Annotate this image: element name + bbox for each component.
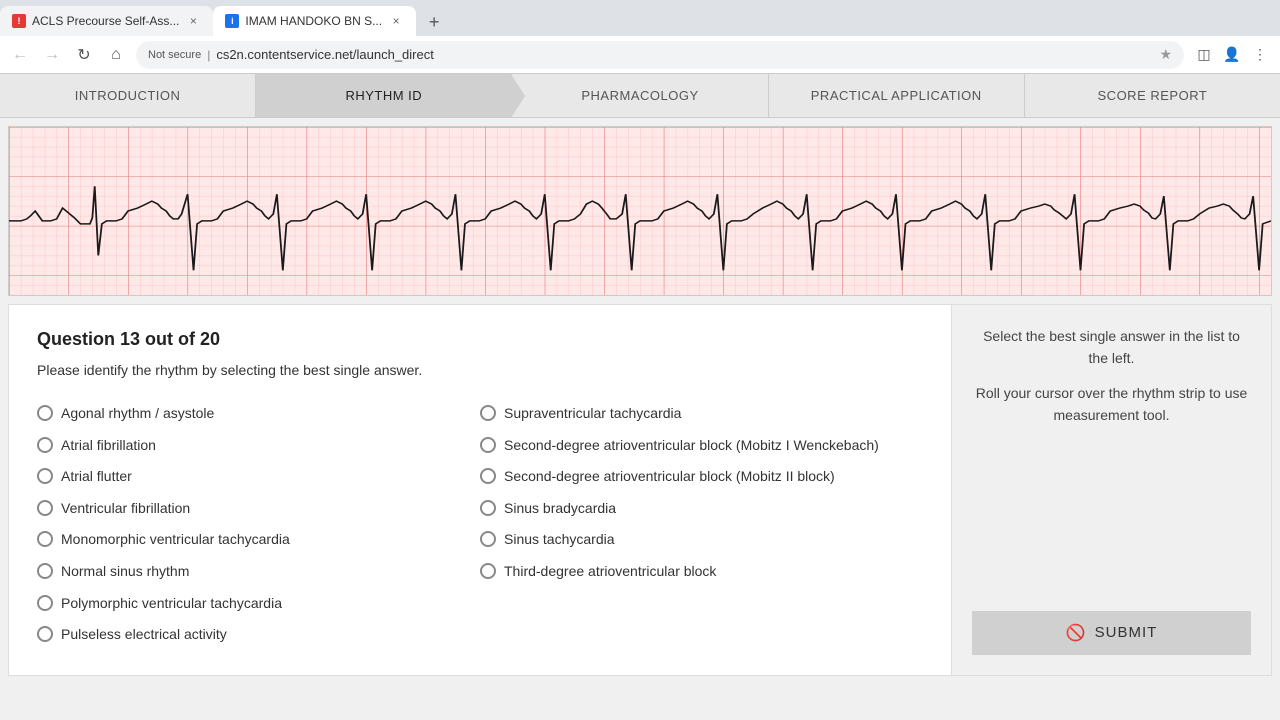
extensions-icon[interactable]: ◫ [1192,43,1216,67]
tab-bar: ! ACLS Precourse Self-Ass... × i IMAM HA… [0,0,1280,36]
forward-button[interactable]: → [40,43,64,67]
options-right-column: Supraventricular tachycardia Second-degr… [480,398,923,651]
option-atrial-flutter[interactable]: Atrial flutter [37,461,480,493]
tab-acls[interactable]: ! ACLS Precourse Self-Ass... × [0,6,213,36]
address-url: cs2n.contentservice.net/launch_direct [216,47,1153,62]
radio-atrial-flutter[interactable] [37,468,53,484]
home-button[interactable]: ⌂ [104,43,128,67]
label-2deg-mobitz2: Second-degree atrioventricular block (Mo… [504,467,835,487]
option-agonal[interactable]: Agonal rhythm / asystole [37,398,480,430]
radio-sinus-tachy[interactable] [480,531,496,547]
radio-ventricular-fib[interactable] [37,500,53,516]
label-sinus-tachy: Sinus tachycardia [504,530,615,550]
radio-svt[interactable] [480,405,496,421]
option-atrial-fib[interactable]: Atrial fibrillation [37,430,480,462]
browser-chrome: ! ACLS Precourse Self-Ass... × i IMAM HA… [0,0,1280,74]
radio-2deg-mobitz2[interactable] [480,468,496,484]
not-secure-label: Not secure [148,49,201,61]
sidebar-instruction-1: Select the best single answer in the lis… [972,325,1251,370]
label-pea: Pulseless electrical activity [61,625,227,645]
address-bar-row: ← → ↻ ⌂ Not secure | cs2n.contentservice… [0,36,1280,74]
tab-label-imam: IMAM HANDOKO BN S... [245,14,382,28]
option-sinus-brady[interactable]: Sinus bradycardia [480,493,923,525]
tab-label-acls: ACLS Precourse Self-Ass... [32,14,179,28]
tab-imam[interactable]: i IMAM HANDOKO BN S... × [213,6,416,36]
back-button[interactable]: ← [8,43,32,67]
new-tab-button[interactable]: + [420,8,448,36]
label-3deg-avblock: Third-degree atrioventricular block [504,562,716,582]
label-normal-sinus: Normal sinus rhythm [61,562,189,582]
option-ventricular-fib[interactable]: Ventricular fibrillation [37,493,480,525]
reload-button[interactable]: ↻ [72,43,96,67]
option-mono-vtach[interactable]: Monomorphic ventricular tachycardia [37,524,480,556]
option-poly-vtach[interactable]: Polymorphic ventricular tachycardia [37,588,480,620]
option-2deg-mobitz2[interactable]: Second-degree atrioventricular block (Mo… [480,461,923,493]
submit-button[interactable]: 🚫 SUBMIT [972,611,1251,655]
tab-close-acls[interactable]: × [185,13,201,29]
quiz-right-panel: Select the best single answer in the lis… [952,304,1272,676]
radio-pea[interactable] [37,626,53,642]
nav-tab-score-report[interactable]: SCORE REPORT [1025,74,1280,117]
label-agonal: Agonal rhythm / asystole [61,404,214,424]
option-normal-sinus[interactable]: Normal sinus rhythm [37,556,480,588]
option-pea[interactable]: Pulseless electrical activity [37,619,480,651]
ecg-waveform [9,127,1271,295]
question-title: Question 13 out of 20 [37,329,923,350]
option-sinus-tachy[interactable]: Sinus tachycardia [480,524,923,556]
radio-agonal[interactable] [37,405,53,421]
nav-tab-rhythm-id[interactable]: RHYTHM ID [256,74,512,117]
quiz-left-panel: Question 13 out of 20 Please identify th… [8,304,952,676]
label-2deg-mobitz1: Second-degree atrioventricular block (Mo… [504,436,879,456]
nav-tabs: INTRODUCTION RHYTHM ID PHARMACOLOGY PRAC… [0,74,1280,118]
no-entry-icon: 🚫 [1066,623,1087,643]
nav-tab-pharmacology[interactable]: PHARMACOLOGY [512,74,768,117]
tab-favicon-acls: ! [12,14,26,28]
nav-tab-introduction[interactable]: INTRODUCTION [0,74,256,117]
option-3deg-avblock[interactable]: Third-degree atrioventricular block [480,556,923,588]
submit-label: SUBMIT [1095,624,1158,641]
label-poly-vtach: Polymorphic ventricular tachycardia [61,594,282,614]
tab-close-imam[interactable]: × [388,13,404,29]
question-instruction: Please identify the rhythm by selecting … [37,362,923,378]
radio-mono-vtach[interactable] [37,531,53,547]
profile-icon[interactable]: 👤 [1220,43,1244,67]
tab-favicon-imam: i [225,14,239,28]
label-ventricular-fib: Ventricular fibrillation [61,499,190,519]
ecg-strip[interactable] [8,126,1272,296]
star-icon[interactable]: ★ [1159,46,1172,63]
label-atrial-fib: Atrial fibrillation [61,436,156,456]
radio-sinus-brady[interactable] [480,500,496,516]
options-left-column: Agonal rhythm / asystole Atrial fibrilla… [37,398,480,651]
label-sinus-brady: Sinus bradycardia [504,499,616,519]
label-atrial-flutter: Atrial flutter [61,467,132,487]
option-2deg-mobitz1[interactable]: Second-degree atrioventricular block (Mo… [480,430,923,462]
radio-2deg-mobitz1[interactable] [480,437,496,453]
radio-poly-vtach[interactable] [37,595,53,611]
sidebar-instruction-2: Roll your cursor over the rhythm strip t… [972,382,1251,427]
label-mono-vtach: Monomorphic ventricular tachycardia [61,530,290,550]
address-bar[interactable]: Not secure | cs2n.contentservice.net/lau… [136,41,1184,69]
radio-3deg-avblock[interactable] [480,563,496,579]
quiz-sidebar-text: Select the best single answer in the lis… [972,325,1251,611]
option-svt[interactable]: Supraventricular tachycardia [480,398,923,430]
toolbar-icons: ◫ 👤 ⋮ [1192,43,1272,67]
quiz-container: Question 13 out of 20 Please identify th… [8,304,1272,676]
radio-atrial-fib[interactable] [37,437,53,453]
nav-tab-practical-application[interactable]: PRACTICAL APPLICATION [769,74,1025,117]
radio-normal-sinus[interactable] [37,563,53,579]
label-svt: Supraventricular tachycardia [504,404,681,424]
menu-icon[interactable]: ⋮ [1248,43,1272,67]
options-grid: Agonal rhythm / asystole Atrial fibrilla… [37,398,923,651]
pipe-divider: | [207,48,210,62]
